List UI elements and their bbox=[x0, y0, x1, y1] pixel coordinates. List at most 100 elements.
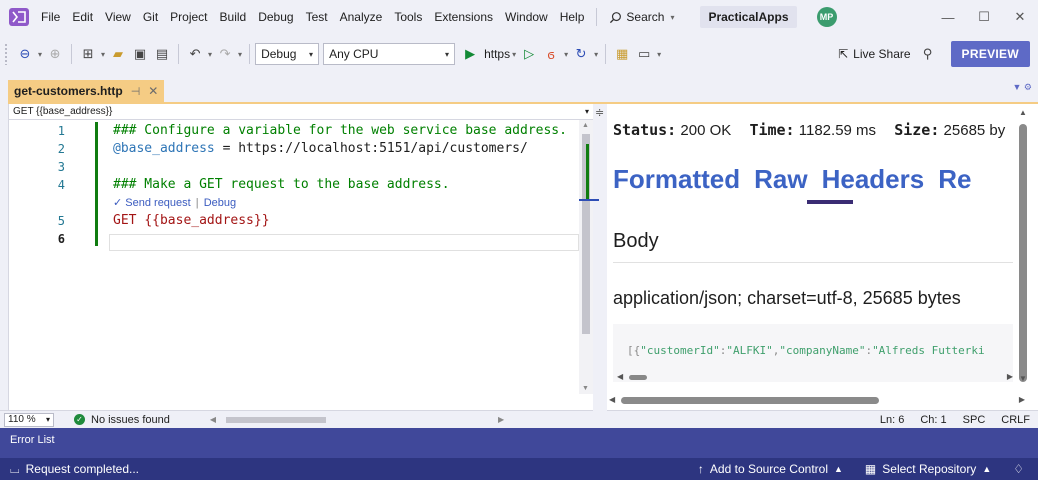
scroll-right-arrow-icon[interactable]: ▶ bbox=[1007, 372, 1013, 381]
chevron-down-icon[interactable]: ▾ bbox=[238, 50, 242, 59]
undo-icon[interactable]: ↶ bbox=[186, 45, 204, 63]
menu-git[interactable]: Git bbox=[137, 0, 164, 34]
line-number-current: 6 bbox=[57, 232, 65, 246]
http-method: GET bbox=[113, 213, 145, 228]
tab-request[interactable]: Re bbox=[938, 164, 971, 195]
maximize-button[interactable]: ☐ bbox=[966, 0, 1002, 34]
issues-indicator[interactable]: ✓ No issues found bbox=[74, 414, 170, 426]
scrollbar-thumb[interactable] bbox=[621, 397, 879, 404]
tab-get-customers-http[interactable]: get-customers.http ⊣ ✕ bbox=[8, 80, 165, 102]
menu-window[interactable]: Window bbox=[499, 0, 554, 34]
tab-formatted[interactable]: Formatted bbox=[613, 164, 740, 195]
scroll-up-arrow-icon[interactable]: ▲ bbox=[582, 122, 589, 129]
scroll-left-arrow-icon[interactable]: ◀ bbox=[210, 415, 216, 424]
live-share-button[interactable]: ⇱ Live Share bbox=[838, 47, 910, 61]
zoom-dropdown[interactable]: 110 % ▾ bbox=[4, 412, 54, 427]
chevron-down-icon[interactable]: ▾ bbox=[101, 50, 105, 59]
scrollbar-track[interactable] bbox=[220, 416, 494, 424]
menu-edit[interactable]: Edit bbox=[66, 0, 99, 34]
chevron-down-icon[interactable]: ▾ bbox=[38, 50, 42, 59]
chevron-down-icon[interactable]: ▾ bbox=[208, 50, 212, 59]
scrollbar-thumb[interactable] bbox=[226, 416, 327, 423]
menu-debug[interactable]: Debug bbox=[252, 0, 299, 34]
save-all-icon[interactable]: ▤ bbox=[153, 45, 171, 63]
refresh-icon[interactable]: ↻ bbox=[572, 45, 590, 63]
cursor-line[interactable]: Ln: 6 bbox=[880, 414, 904, 426]
error-list-tab[interactable]: Error List bbox=[10, 434, 55, 446]
tab-list-dropdown-icon[interactable]: ▼ ⚙ bbox=[1013, 82, 1032, 93]
tab-raw[interactable]: Raw bbox=[754, 164, 807, 195]
start-without-debugging-icon[interactable]: ▷ bbox=[520, 45, 538, 63]
chevron-down-icon[interactable]: ▾ bbox=[564, 50, 568, 59]
solution-name[interactable]: PracticalApps bbox=[700, 6, 797, 28]
menu-extensions[interactable]: Extensions bbox=[428, 0, 499, 34]
menu-build[interactable]: Build bbox=[214, 0, 253, 34]
menu-analyze[interactable]: Analyze bbox=[334, 0, 389, 34]
redo-icon[interactable]: ↷ bbox=[216, 45, 234, 63]
whitespace-indicator[interactable]: SPC bbox=[963, 414, 986, 426]
navigate-back-icon[interactable]: ⊖ bbox=[16, 45, 34, 63]
open-file-icon[interactable]: ▰ bbox=[109, 45, 127, 63]
menu-view[interactable]: View bbox=[99, 0, 137, 34]
run-profile-label[interactable]: https bbox=[484, 47, 510, 61]
avatar[interactable]: MP bbox=[816, 7, 837, 27]
toolbar-grip[interactable] bbox=[4, 43, 8, 65]
split-toggle-icon[interactable]: ≑ bbox=[595, 106, 604, 119]
live-share-icon: ⇱ bbox=[838, 47, 849, 61]
chevron-down-icon[interactable]: ▾ bbox=[594, 50, 598, 59]
active-tab-underline bbox=[807, 200, 853, 204]
chevron-down-icon: ▾ bbox=[584, 107, 589, 116]
search-button[interactable]: Search ▾ bbox=[603, 10, 682, 24]
debug-link[interactable]: Debug bbox=[204, 197, 236, 209]
notifications-bell-icon[interactable]: ♢ bbox=[1013, 462, 1024, 476]
send-request-link[interactable]: ✓ Send request bbox=[113, 197, 191, 209]
add-to-source-control-button[interactable]: ↑ Add to Source Control ▲ bbox=[698, 462, 843, 476]
scroll-right-arrow-icon[interactable]: ▶ bbox=[1019, 395, 1025, 404]
line-number: 1 bbox=[57, 124, 65, 138]
select-repository-button[interactable]: ▦ Select Repository ▲ bbox=[865, 462, 991, 476]
raw-body-horizontal-scrollbar[interactable]: ◀ ▶ bbox=[617, 372, 1013, 382]
feedback-icon[interactable]: ⚲ bbox=[919, 45, 937, 63]
scroll-left-arrow-icon[interactable]: ◀ bbox=[617, 372, 623, 381]
scrollbar-thumb[interactable] bbox=[629, 375, 647, 380]
scroll-right-arrow-icon[interactable]: ▶ bbox=[498, 415, 504, 424]
cursor-column[interactable]: Ch: 1 bbox=[920, 414, 946, 426]
chevron-down-icon[interactable]: ▾ bbox=[512, 50, 516, 59]
hot-reload-icon[interactable]: ϭ bbox=[542, 45, 560, 63]
scrollbar-thumb[interactable] bbox=[1019, 124, 1027, 382]
menu-project[interactable]: Project bbox=[164, 0, 213, 34]
pane-splitter[interactable]: ≑ bbox=[579, 104, 607, 428]
response-vertical-scrollbar[interactable]: ▲ ▼ bbox=[1016, 104, 1030, 410]
solution-configuration-dropdown[interactable]: Debug ▾ bbox=[255, 43, 320, 65]
start-debugging-icon[interactable]: ▶ bbox=[461, 45, 479, 63]
notification-icon[interactable]: ⌴ bbox=[10, 462, 20, 477]
time-value: 1182.59 ms bbox=[798, 122, 877, 139]
tab-headers[interactable]: Headers bbox=[822, 164, 925, 195]
line-ending-indicator[interactable]: CRLF bbox=[1001, 414, 1030, 426]
menu-tools[interactable]: Tools bbox=[388, 0, 428, 34]
solution-platform-dropdown[interactable]: Any CPU ▾ bbox=[323, 43, 456, 65]
code-editor[interactable]: GET {{base_address}} ▾ 1 2 3 4 5 6 ### C… bbox=[8, 104, 593, 410]
pin-icon[interactable]: ⊣ bbox=[131, 85, 141, 98]
menu-file[interactable]: File bbox=[35, 0, 66, 34]
browser-link-icon[interactable]: ▦ bbox=[613, 45, 631, 63]
scroll-down-arrow-icon[interactable]: ▼ bbox=[1019, 374, 1027, 383]
response-horizontal-scrollbar[interactable]: ◀ ▶ bbox=[607, 394, 1027, 408]
new-project-icon[interactable]: ⊞ bbox=[79, 45, 97, 63]
editor-navigation-bar[interactable]: GET {{base_address}} ▾ bbox=[9, 104, 593, 120]
close-window-button[interactable]: ✕ bbox=[1002, 0, 1038, 34]
scroll-down-arrow-icon[interactable]: ▼ bbox=[582, 385, 589, 392]
code-area[interactable]: 1 2 3 4 5 6 ### Configure a variable for… bbox=[9, 120, 594, 394]
minimize-button[interactable]: — bbox=[930, 0, 966, 34]
editor-horizontal-scrollbar[interactable]: ◀ ▶ bbox=[210, 415, 504, 424]
save-icon[interactable]: ▣ bbox=[131, 45, 149, 63]
toolbar-overflow-icon[interactable]: ▾ bbox=[657, 50, 661, 59]
close-icon[interactable]: ✕ bbox=[148, 84, 158, 98]
scroll-up-arrow-icon[interactable]: ▲ bbox=[1019, 108, 1027, 117]
navigate-forward-icon[interactable]: ⊕ bbox=[46, 45, 64, 63]
menu-help[interactable]: Help bbox=[554, 0, 591, 34]
window-layout-icon[interactable]: ▭ bbox=[635, 45, 653, 63]
scroll-left-arrow-icon[interactable]: ◀ bbox=[609, 395, 615, 404]
preview-button[interactable]: PREVIEW bbox=[950, 41, 1030, 67]
menu-test[interactable]: Test bbox=[300, 0, 334, 34]
